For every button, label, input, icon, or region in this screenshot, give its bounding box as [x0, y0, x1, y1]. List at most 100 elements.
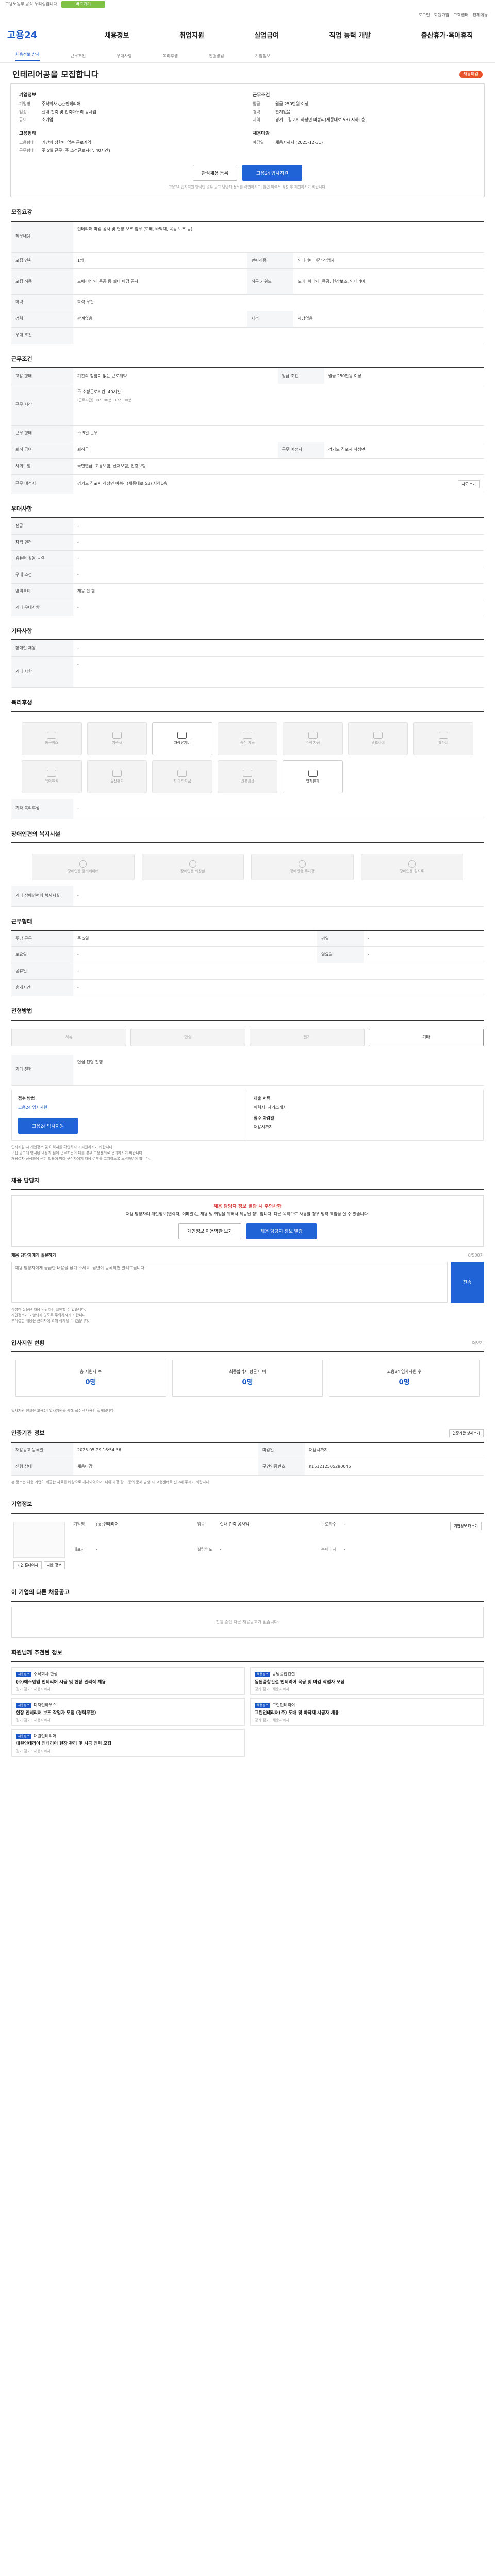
- kv-key: 기업명: [73, 1522, 85, 1527]
- welfare-item-label: 육아휴직: [45, 779, 59, 784]
- row-value: 인테리어 마감 공사 및 현장 보조 업무 (도배, 바닥재, 목공 보조 등): [73, 222, 484, 253]
- inquiry-submit-button[interactable]: 전송: [451, 1261, 484, 1303]
- tab-work-conditions[interactable]: 근무조건: [71, 54, 86, 59]
- recommend-card[interactable]: 채용정보 대원인테리어 대원인테리어 인테리어 현장 관리 및 시공 인력 모집 경기…: [11, 1728, 245, 1757]
- company-more-button[interactable]: 기업정보 더보기: [450, 1522, 482, 1531]
- kv-value: 기간의 정함이 없는 근로계약: [42, 140, 91, 145]
- terms-button[interactable]: 개인정보 이용약관 보기: [178, 1223, 241, 1240]
- welfare-item-label: 중식 제공: [240, 741, 255, 745]
- row-label: 임금 조건: [277, 368, 324, 385]
- apply-button[interactable]: 고용24 입사지원: [242, 164, 303, 181]
- table-row: 기타 복리후생 -: [11, 798, 484, 820]
- row-label: 기타 장애인편의 복지시설: [11, 886, 73, 907]
- apply-deadline-value: 채용시까지: [254, 1124, 273, 1129]
- tab-job-detail[interactable]: 채용정보 상세: [15, 52, 40, 61]
- stat-card: 고용24 입사지원 수 0명: [329, 1360, 480, 1397]
- method-other: 기타: [369, 1028, 484, 1046]
- job-summary-card: 기업정보 기업명 주식회사 ○○인테리어 업종 실내 건축 및 건축마무리 공사업 …: [10, 83, 485, 198]
- scrap-button[interactable]: 관심채용 등록: [192, 164, 237, 181]
- recommend-company: 주식회사 한샘: [34, 1671, 58, 1676]
- stats-section: 입사지원 현황 더보기 총 지원자 수 0명 최종합격자 평균 나이 0명 고용24…: [5, 1328, 490, 1418]
- note-item: 작성한 질문은 채용 담당자만 확인할 수 있습니다.: [11, 1307, 86, 1312]
- row-value-cell: 주 소정근로시간: 40시간 (근무시간) 08시 00분~17시 00분: [73, 384, 484, 426]
- table-row: 경력 관계없음 자격 해당없음: [11, 311, 484, 328]
- row-value: 기간의 정함이 없는 근로계약: [73, 368, 278, 385]
- kv-value: 실내 건축 공사업: [220, 1522, 250, 1527]
- section-heading: 회원님께 추천된 정보: [11, 1649, 484, 1662]
- kv-value: -: [343, 1547, 345, 1552]
- company-jobs-link[interactable]: 채용 정보: [43, 1561, 65, 1570]
- section-heading: 채용 담당자: [11, 1177, 484, 1191]
- recommend-grid: 채용정보 주식회사 한샘 (주)에스앤엠 인테리어 시공 및 현장 관리직 채용 경기…: [11, 1662, 484, 1762]
- row-value: 인테리어 마감 작업자: [293, 252, 484, 269]
- login-link[interactable]: 로그인: [419, 13, 430, 19]
- nav-jobs[interactable]: 채용정보: [105, 31, 129, 41]
- kv-row: 설립연도 -: [197, 1547, 318, 1567]
- other-jobs-section: 이 기업의 다른 채용공고 진행 중인 다른 채용공고가 없습니다.: [5, 1578, 490, 1638]
- row-value: -: [73, 798, 484, 820]
- nav-employment-support[interactable]: 취업지원: [179, 31, 204, 41]
- kv-value: 주 5일 근무 (주 소정근로시간: 40시간): [42, 148, 110, 154]
- row-value: 면접 전형 진행: [73, 1054, 484, 1086]
- kv-row: 업종 실내 건축 및 건축마무리 공사업: [19, 110, 242, 115]
- signup-link[interactable]: 회원가입: [434, 13, 449, 19]
- section-heading: 근무형태: [11, 918, 484, 931]
- row-value: 1명: [73, 252, 248, 269]
- company-homepage-link[interactable]: 기업 홈페이지: [13, 1561, 42, 1570]
- table-row: 공휴일 -: [11, 963, 484, 980]
- recommend-tag: 채용정보: [16, 1672, 32, 1677]
- help-link[interactable]: 고객센터: [453, 13, 468, 19]
- table-row: 학력 학력 무관: [11, 294, 484, 312]
- tab-company[interactable]: 기업정보: [255, 54, 270, 59]
- row-value: -: [73, 963, 484, 980]
- row-label: 고용 형태: [11, 368, 73, 385]
- table-row: 병역특례 채용 안 함: [11, 583, 484, 600]
- row-label: 구인인증번호: [258, 1459, 305, 1476]
- inquiry-textarea[interactable]: [11, 1261, 448, 1303]
- stat-value: 0명: [399, 1378, 410, 1386]
- kv-value: 월급 250만원 이상: [275, 101, 309, 106]
- row-value: 채용시까지: [305, 1443, 484, 1460]
- nav-parental-leave[interactable]: 출산휴가·육아휴직: [421, 31, 473, 41]
- kv-key: 업종: [19, 109, 27, 114]
- gov-banner-button[interactable]: 바로가기: [61, 1, 106, 8]
- tab-welfare[interactable]: 복리후생: [163, 54, 178, 59]
- disability-item: 장애인용 주차장: [251, 854, 354, 881]
- view-manager-button[interactable]: 채용 담당자 정보 열람: [246, 1223, 317, 1240]
- row-value: 관계없음: [73, 311, 248, 328]
- all-menu-link[interactable]: 전체메뉴: [473, 13, 488, 19]
- stats-note: 입사지원 현황은 고용24 입사지원을 통해 접수된 내용만 집계됩니다.: [11, 1409, 115, 1413]
- recommend-section: 회원님께 추천된 정보 채용정보 주식회사 한샘 (주)에스앤엠 인테리어 시공 및…: [5, 1638, 490, 1772]
- apply-method-value: 고용24 입사지원: [18, 1105, 47, 1110]
- apply-note: 고용24 입사지원 방식인 경우 공고 담당자 정보를 확인하시고, 본인 이력…: [168, 184, 327, 189]
- recommend-card[interactable]: 채용정보 동남종합건설 동원종합건설 인테리어 목공 및 마감 작업자 모집 경기 김…: [250, 1667, 484, 1695]
- tab-preferences[interactable]: 우대사항: [117, 54, 131, 59]
- restroom-icon: [189, 860, 196, 868]
- recommend-title: 그린인테리어(주) 도배 및 바닥재 시공자 채용: [255, 1710, 339, 1716]
- row-label: 진행 상태: [11, 1459, 73, 1476]
- map-button[interactable]: 지도 보기: [458, 480, 480, 488]
- nav-unemployment-benefit[interactable]: 실업급여: [254, 31, 279, 41]
- kv-value: -: [220, 1547, 222, 1552]
- site-logo[interactable]: 고용24: [7, 29, 79, 42]
- recommend-title: 대원인테리어 인테리어 현장 관리 및 시공 인력 모집: [16, 1741, 111, 1747]
- recommend-card[interactable]: 채용정보 주식회사 한샘 (주)에스앤엠 인테리어 시공 및 현장 관리직 채용 경기…: [11, 1667, 245, 1695]
- company-info-grid: 기업명 ○○인테리어 업종 실내 건축 공사업 근로자수 - 대표자 - 설립연도 - 홈…: [73, 1522, 442, 1569]
- kv-row: 기업명 ○○인테리어: [73, 1522, 194, 1541]
- stats-more-link[interactable]: 더보기: [472, 1341, 484, 1346]
- page-title: 인테리어공을 모집합니다: [12, 70, 99, 79]
- kv-row: 임금 월급 250만원 이상: [253, 101, 476, 107]
- nav-vocational-training[interactable]: 직업 능력 개발: [329, 31, 371, 41]
- tab-process[interactable]: 전형방법: [209, 54, 224, 59]
- stat-card: 총 지원자 수 0명: [15, 1360, 166, 1397]
- process-apply-button[interactable]: 고용24 입사지원: [18, 1117, 78, 1134]
- row-value: 월급 250만원 이상: [324, 368, 484, 385]
- recommend-card[interactable]: 채용정보 그린인테리어 그린인테리어(주) 도배 및 바닥재 시공자 채용 경기 김포…: [250, 1698, 484, 1726]
- kv-row: 규모 소기업: [19, 117, 242, 123]
- row-label: 모집 직종: [11, 268, 73, 295]
- row-label: 전공: [11, 518, 73, 535]
- work-conditions-section: 근무조건 고용 형태 기간의 정함이 없는 근로계약 임금 조건 월급 250만원 이…: [5, 344, 490, 494]
- welfare-item: 기숙사: [87, 722, 147, 755]
- info-detail-button[interactable]: 인증기관 상세보기: [449, 1429, 484, 1438]
- recommend-card[interactable]: 채용정보 디자인하우스 현장 인테리어 보조 작업자 모집 (경력무관) 경기 김포 …: [11, 1698, 245, 1726]
